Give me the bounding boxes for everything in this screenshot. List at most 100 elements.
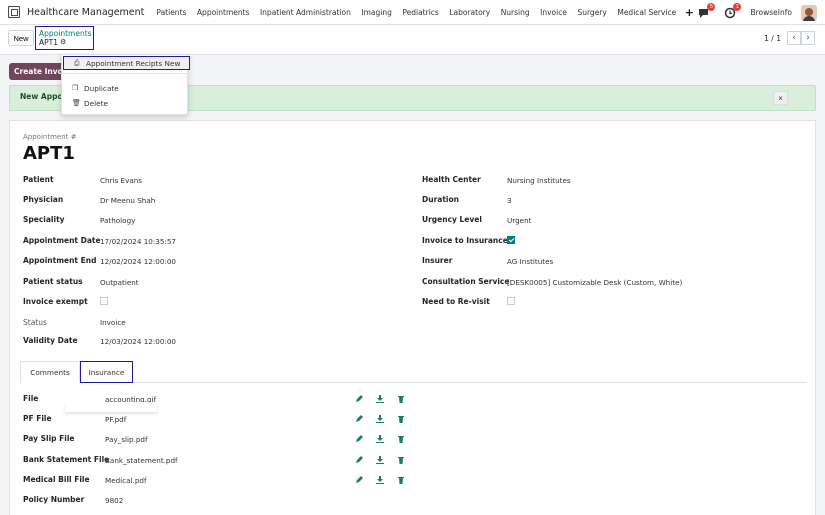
user-avatar[interactable]: [801, 4, 817, 21]
dropdown-item-delete[interactable]: 🗑 Delete: [62, 96, 189, 110]
field-value-health-center[interactable]: Nursing Institutes: [507, 176, 571, 185]
pager: 1 / 1 ‹ ›: [764, 31, 815, 45]
file-label-bank-statement: Bank Statement File: [23, 455, 110, 464]
menu-more-plus[interactable]: +: [685, 7, 694, 18]
breadcrumb-current-label: APT1: [39, 38, 59, 47]
file-actions: [354, 434, 417, 443]
reference-value[interactable]: APT1: [23, 143, 75, 164]
messages-badge: 5: [707, 2, 716, 11]
menu-invoice[interactable]: Invoice: [540, 8, 567, 17]
field-value-consultation-service[interactable]: [DESK0005] Customizable Desk (Custom, Wh…: [507, 278, 682, 287]
field-value-patient-status[interactable]: Outpatient: [100, 278, 139, 287]
file-value-bank-statement[interactable]: Bank_statement.pdf: [105, 456, 178, 465]
edit-pencil-icon[interactable]: [354, 455, 363, 464]
field-label-speciality: Speciality: [23, 215, 65, 224]
invoice-exempt-checkbox[interactable]: [100, 297, 108, 305]
field-label-patient: Patient: [23, 175, 54, 184]
invoice-to-insurance-checkbox[interactable]: [507, 236, 515, 244]
menu-nursing[interactable]: Nursing: [501, 8, 530, 17]
field-value-urgency-level[interactable]: Urgent: [507, 216, 531, 225]
file-actions: [354, 414, 417, 423]
tab-insurance[interactable]: Insurance: [80, 361, 133, 383]
pager-next-button[interactable]: ›: [801, 31, 815, 45]
need-revisit-checkbox[interactable]: [507, 297, 515, 305]
field-value-patient[interactable]: Chris Evans: [100, 176, 142, 185]
field-label-appointment-date: Appointment Date: [23, 236, 101, 245]
trash-icon[interactable]: [396, 455, 405, 464]
menu-surgery[interactable]: Surgery: [577, 8, 606, 17]
new-button[interactable]: New: [8, 30, 34, 46]
field-label-patient-status: Patient status: [23, 277, 83, 286]
menu-pediatrics[interactable]: Pediatrics: [402, 8, 438, 17]
field-value-speciality[interactable]: Pathology: [100, 216, 135, 225]
form-sheet: Appointment # APT1 Patient Chris Evans P…: [9, 120, 816, 515]
trash-icon[interactable]: [396, 414, 405, 423]
top-navbar: Healthcare Management Patients Appointme…: [0, 0, 825, 25]
menu-appointments[interactable]: Appointments: [197, 8, 250, 17]
action-dropdown-menu: ⎙ Appointment Recipts New ❐ Duplicate 🗑 …: [61, 54, 190, 115]
activities-clock-icon[interactable]: 1: [724, 2, 742, 19]
file-actions: [354, 475, 417, 484]
field-value-appointment-date[interactable]: 17/02/2024 10:35:57: [100, 237, 176, 246]
messages-icon[interactable]: 5: [698, 2, 716, 19]
tab-comments[interactable]: Comments: [20, 361, 80, 383]
trash-icon: 🗑: [72, 99, 81, 107]
download-icon[interactable]: [375, 455, 384, 464]
dropdown-item-label: Appointment Recipts New: [86, 58, 181, 68]
dropdown-item-duplicate[interactable]: ❐ Duplicate: [62, 81, 189, 95]
edit-pencil-icon[interactable]: [354, 475, 363, 484]
field-label-physician: Physician: [23, 195, 64, 204]
menu-medical-service[interactable]: Medical Service: [617, 8, 676, 17]
download-icon[interactable]: [375, 475, 384, 484]
activities-badge: 1: [733, 2, 742, 11]
field-value-physician[interactable]: Dr Meenu Shah: [100, 196, 155, 205]
menu-imaging[interactable]: Imaging: [361, 8, 391, 17]
menu-laboratory[interactable]: Laboratory: [449, 8, 490, 17]
field-label-consultation-service: Consultation Service: [422, 277, 510, 286]
alert-close-button[interactable]: x: [773, 91, 788, 105]
file-label-file: File: [23, 394, 39, 403]
field-value-policy-number[interactable]: 9802: [105, 496, 123, 505]
field-label-appointment-end: Appointment End: [23, 256, 97, 265]
control-panel: New Appointments APT1 ⚙ 1 / 1 ‹ ›: [0, 25, 825, 55]
dropdown-item-appointment-receipts[interactable]: ⎙ Appointment Recipts New: [63, 56, 190, 70]
file-actions: [354, 455, 417, 464]
field-value-duration[interactable]: 3: [507, 196, 512, 205]
file-actions: [354, 394, 417, 403]
reference-label: Appointment #: [23, 133, 77, 141]
field-value-validity-date[interactable]: 12/03/2024 12:00:00: [100, 337, 176, 346]
download-icon[interactable]: [375, 394, 384, 403]
file-value-pf-file[interactable]: PF.pdf: [105, 415, 126, 424]
user-company-name[interactable]: BrowseInfo: [750, 8, 792, 17]
create-invoice-button[interactable]: Create Invoice: [9, 63, 67, 80]
edit-pencil-icon[interactable]: [354, 394, 363, 403]
breadcrumb: Appointments APT1 ⚙: [35, 26, 94, 50]
file-value-pay-slip[interactable]: Pay_slip.pdf: [105, 435, 148, 444]
trash-icon[interactable]: [396, 475, 405, 484]
download-icon[interactable]: [375, 414, 384, 423]
copy-icon: ❐: [72, 84, 79, 92]
file-value-medical-bill[interactable]: Medical.pdf: [105, 476, 146, 485]
field-value-appointment-end[interactable]: 12/02/2024 12:00:00: [100, 257, 176, 266]
edit-pencil-icon[interactable]: [354, 434, 363, 443]
chevron-left-icon: ‹: [792, 33, 796, 43]
menu-inpatient-administration[interactable]: Inpatient Administration: [260, 8, 351, 17]
print-icon: ⎙: [74, 58, 80, 67]
app-name[interactable]: Healthcare Management: [27, 7, 144, 18]
download-icon[interactable]: [375, 434, 384, 443]
edit-pencil-icon[interactable]: [354, 414, 363, 423]
gear-icon[interactable]: ⚙: [60, 38, 66, 47]
trash-icon[interactable]: [396, 434, 405, 443]
field-label-validity-date: Validity Date: [23, 336, 78, 345]
chevron-right-icon: ›: [806, 33, 810, 43]
field-label-duration: Duration: [422, 195, 459, 204]
breadcrumb-appointments-link[interactable]: Appointments: [39, 29, 92, 38]
trash-icon[interactable]: [396, 394, 405, 403]
field-value-insurer[interactable]: AG Institutes: [507, 257, 553, 266]
pager-value[interactable]: 1 / 1: [764, 34, 781, 43]
file-label-medical-bill: Medical Bill File: [23, 475, 90, 484]
field-label-invoice-exempt: Invoice exempt: [23, 297, 88, 306]
apps-menu-icon[interactable]: [8, 6, 20, 18]
pager-previous-button[interactable]: ‹: [787, 31, 801, 45]
menu-patients[interactable]: Patients: [156, 8, 186, 17]
